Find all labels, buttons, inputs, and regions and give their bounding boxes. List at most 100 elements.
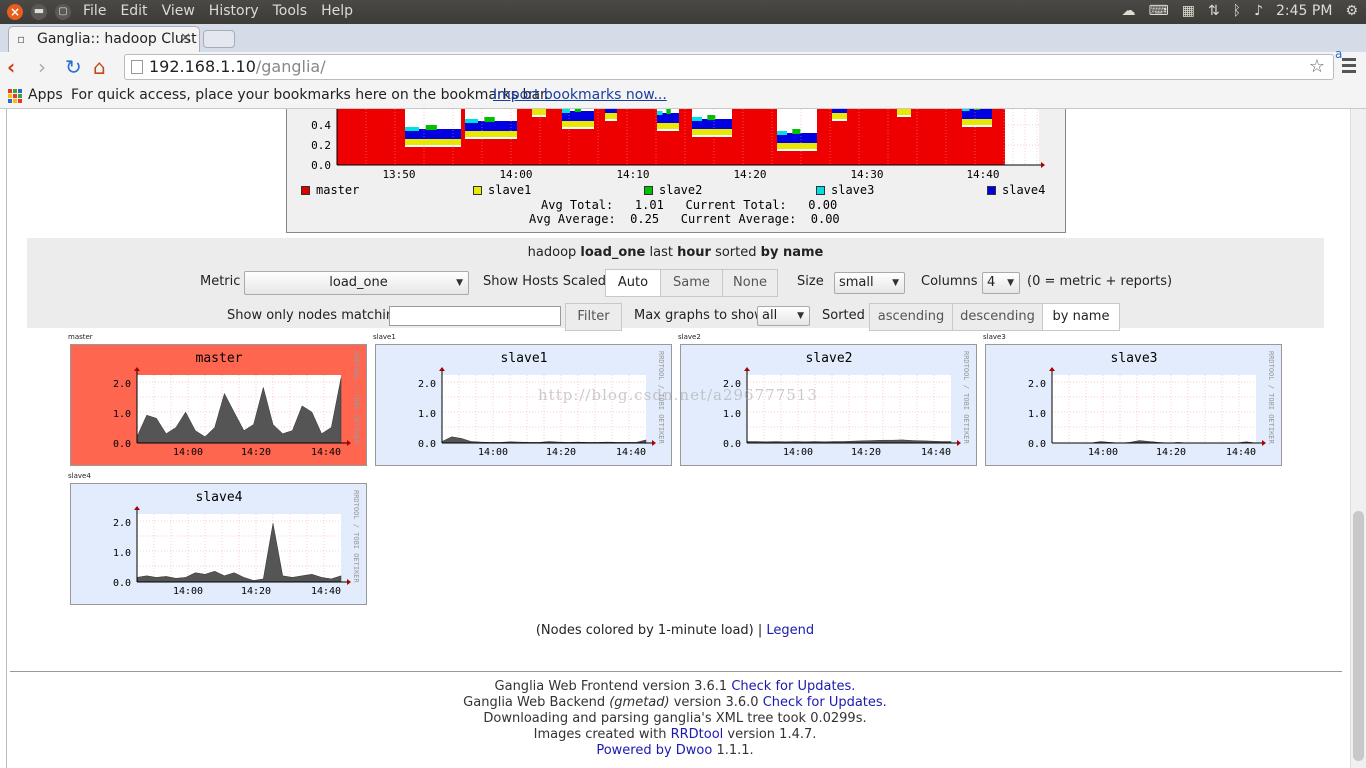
cluster-x-tick: 14:40: [966, 168, 999, 181]
host-graph-slave2[interactable]: slave2 2.0 1.0 0.0 14:00 14:20 14:40 RRDTOOL / …: [680, 344, 977, 466]
extension-icon[interactable]: a: [1335, 47, 1342, 61]
max-graphs-select[interactable]: all ▼: [757, 306, 810, 326]
host-graph-slave3[interactable]: slave3 2.0 1.0 0.0 14:00 14:20 14:40 RRDTOOL / …: [985, 344, 1282, 466]
backend-update-link[interactable]: Check for Updates.: [763, 695, 887, 710]
page-icon: [131, 60, 143, 74]
scaled-none-button[interactable]: None: [722, 269, 778, 297]
rrdtool-link[interactable]: RRDtool: [671, 727, 724, 742]
calendar-icon[interactable]: ▦: [1182, 3, 1195, 19]
apps-shortcut[interactable]: Apps: [28, 82, 63, 108]
cluster-y-tick: 0.0: [311, 159, 331, 172]
reload-icon[interactable]: ↻: [65, 55, 82, 79]
forward-arrow-icon[interactable]: ›: [38, 55, 46, 79]
scaled-auto-button[interactable]: Auto: [605, 269, 661, 297]
url-host: 192.168.1.10: [149, 57, 256, 76]
host-graph-slave4[interactable]: slave4 2.0 1.0 0.0 14:00 14:20 14:40 RRDTOOL / …: [70, 483, 367, 605]
sort-ascending-button[interactable]: ascending: [869, 303, 953, 331]
rrdtool-side-label: RRDTOOL / TOBI OETIKER: [352, 351, 360, 445]
host-graph-master[interactable]: master 2.0 1.0 0.0 14:00 14:20 14:40 RRDTOOL / …: [70, 344, 367, 466]
bluetooth-icon[interactable]: ᛒ: [1233, 3, 1241, 19]
footer-rrdtool-version: version 1.4.7.: [723, 727, 817, 742]
frontend-update-link[interactable]: Check for Updates.: [731, 679, 855, 694]
back-arrow-icon[interactable]: ‹: [7, 55, 15, 79]
menu-history[interactable]: History: [209, 3, 259, 19]
x-tick-label: 14:40: [311, 586, 341, 597]
menu-file[interactable]: File: [83, 3, 106, 19]
cluster-load-graph: 0.4 0.2 0.0 13:50 14:00 14:10 14:20 14:30 14:40 …: [286, 109, 1066, 233]
tab-close-icon[interactable]: ✕: [180, 27, 191, 51]
filter-input[interactable]: [389, 306, 561, 326]
series-slave2-band-1: [484, 117, 495, 122]
browser-tab-active[interactable]: ▫ Ganglia:: hadoop Clust ✕: [8, 26, 200, 52]
import-bookmarks-link[interactable]: Import bookmarks now...: [493, 82, 667, 108]
y-tick-label: 0.0: [1028, 439, 1046, 450]
cluster-x-tick: 13:50: [382, 168, 415, 181]
size-label: Size: [797, 274, 824, 289]
filter-button[interactable]: Filter: [565, 303, 622, 331]
chrome-menu-icon[interactable]: [1342, 58, 1356, 76]
cluster-x-tick: 14:00: [499, 168, 532, 181]
chevron-down-icon: ▼: [797, 311, 804, 321]
series-slave3-band-5: [657, 111, 663, 115]
clock[interactable]: 2:45 PM: [1276, 3, 1332, 19]
y-tick-label: 2.0: [418, 379, 436, 390]
series-slave3-band-6: [692, 117, 702, 121]
bookmark-star-icon[interactable]: ☆: [1309, 55, 1325, 79]
window-maximize-button[interactable]: ▢: [55, 4, 71, 20]
gear-icon[interactable]: ⚙: [1345, 3, 1358, 19]
vertical-scrollbar[interactable]: [1350, 109, 1366, 768]
y-tick-label: 1.0: [113, 548, 131, 559]
home-icon[interactable]: ⌂: [93, 55, 106, 79]
y-tick-label: 1.0: [113, 409, 131, 420]
footer-frontend-version: Ganglia Web Frontend version 3.6.1: [494, 679, 732, 694]
cluster-x-arrow: [1041, 162, 1045, 168]
host-caption-slave3: slave3: [983, 333, 1006, 341]
legend-slave2: slave2: [644, 183, 702, 197]
menu-edit[interactable]: Edit: [120, 3, 147, 19]
dwoo-link[interactable]: Powered by Dwoo: [596, 743, 712, 758]
footer-divider: [10, 671, 1342, 672]
cluster-x-tick: 14:10: [616, 168, 649, 181]
x-tick-label: 14:20: [851, 447, 881, 458]
columns-note: (0 = metric + reports): [1027, 274, 1173, 289]
scrollbar-thumb[interactable]: [1353, 511, 1364, 761]
keyboard-icon[interactable]: ⌨: [1148, 3, 1168, 19]
menu-help[interactable]: Help: [321, 3, 353, 19]
watermark-text: http://blog.csdn.net/a296777513: [538, 386, 818, 404]
host-title-slave4: slave4: [196, 490, 243, 505]
window-minimize-button[interactable]: ▬: [31, 4, 47, 20]
tab-strip: ▫ Ganglia:: hadoop Clust ✕: [0, 24, 1366, 52]
cluster-legend: master slave1 slave2 slave3 slave4: [301, 183, 1061, 199]
address-bar[interactable]: 192.168.1.10/ganglia/ ☆: [124, 54, 1334, 80]
network-icon[interactable]: ⇅: [1208, 3, 1220, 19]
host-graph-slave1[interactable]: slave1 2.0 1.0 0.0 14:00 14:20 14:40 RRDTOOL / …: [375, 344, 672, 466]
footer-gmetad: (gmetad): [609, 695, 670, 710]
legend-link[interactable]: Legend: [766, 623, 814, 638]
metric-select[interactable]: load_one ▼: [244, 271, 469, 295]
dropbox-icon[interactable]: ☁: [1121, 3, 1135, 19]
avg-total-stats: Avg Total: 1.01 Current Total: 0.00: [541, 198, 838, 212]
max-graphs-label: Max graphs to show: [634, 308, 765, 323]
sort-by-name-button[interactable]: by name: [1042, 303, 1120, 331]
host-chart-slave1: slave12.01.00.014:00 14:20 14:40RRDTOOL / …: [418, 351, 665, 458]
new-tab-button[interactable]: [203, 30, 235, 48]
host-caption-slave1: slave1: [373, 333, 396, 341]
cluster-plot-tail: [1005, 109, 1039, 165]
series-slave1-band-1: [465, 131, 517, 137]
scaled-same-button[interactable]: Same: [660, 269, 723, 297]
columns-select[interactable]: 4 ▼: [982, 272, 1020, 294]
footer-dwoo-version: 1.1.1.: [712, 743, 754, 758]
size-select[interactable]: small ▼: [834, 272, 905, 294]
series-slave1-band-8: [832, 113, 847, 119]
menu-view[interactable]: View: [162, 3, 195, 19]
window-close-button[interactable]: ×: [7, 4, 23, 20]
host-caption-slave4: slave4: [68, 472, 91, 480]
footer-backend-label: Ganglia Web Backend: [463, 695, 610, 710]
host-title-master: master: [196, 351, 243, 366]
volume-icon[interactable]: ♪: [1254, 3, 1263, 19]
columns-value: 4: [987, 275, 996, 290]
menu-tools[interactable]: Tools: [273, 3, 308, 19]
sort-descending-button[interactable]: descending: [952, 303, 1043, 331]
cluster-y-tick: 0.4: [311, 119, 331, 132]
apps-grid-icon[interactable]: [8, 89, 22, 103]
